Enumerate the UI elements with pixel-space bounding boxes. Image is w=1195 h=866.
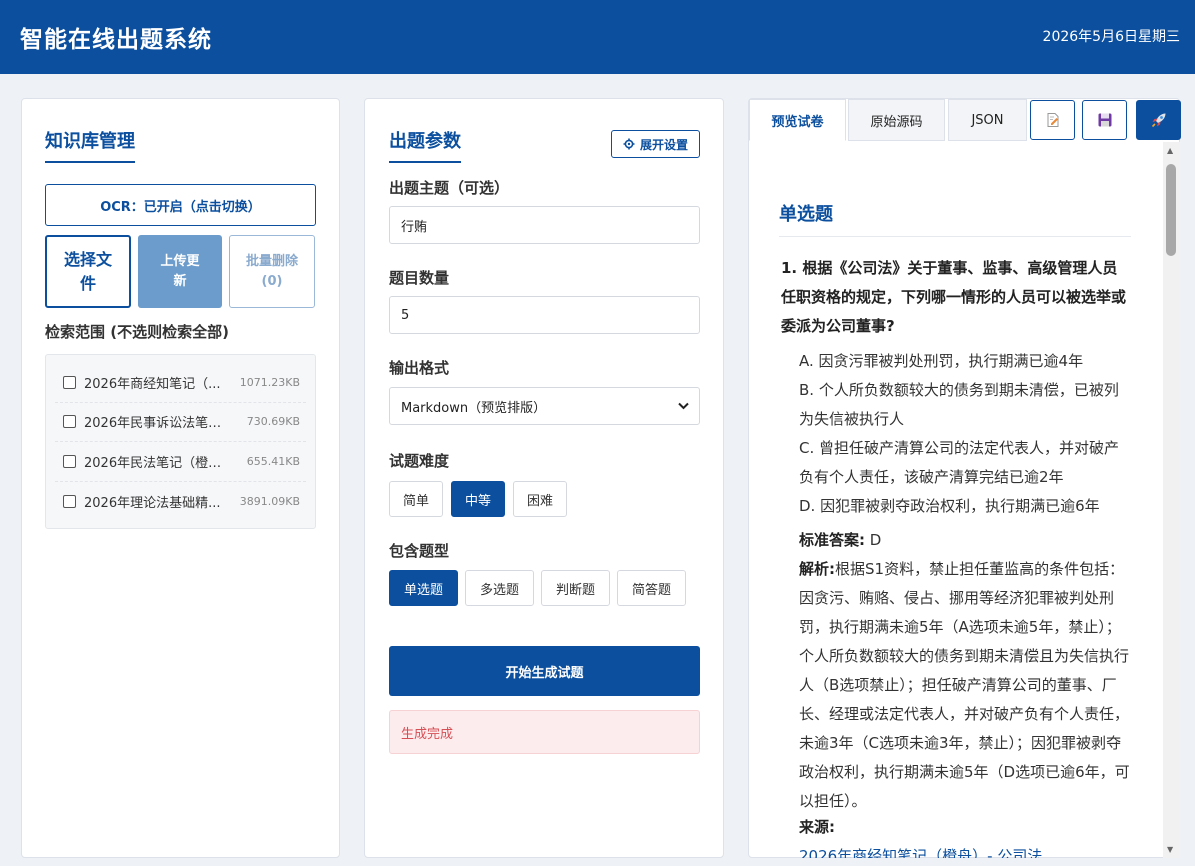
file-item[interactable]: 2026年民事诉讼法笔记... 730.69KB	[55, 403, 306, 442]
file-name: 2026年商经知笔记（...	[84, 376, 221, 392]
difficulty-easy[interactable]: 简单	[389, 481, 443, 517]
answer-value: D	[869, 531, 882, 549]
chevron-down-icon	[678, 402, 689, 410]
scroll-down-arrow-icon[interactable]: ▼	[1167, 845, 1173, 854]
types-label: 包含题型	[389, 542, 450, 560]
analysis-text: 根据S1资料，禁止担任董监高的条件包括：因贪污、贿赂、侵占、挪用等经济犯罪被判处…	[799, 560, 1130, 810]
count-label: 题目数量	[389, 269, 450, 287]
type-multiple-choice[interactable]: 多选题	[465, 570, 534, 606]
edit-button[interactable]	[1030, 100, 1075, 140]
expand-settings-label: 展开设置	[639, 137, 688, 152]
tab-preview[interactable]: 预览试卷	[749, 99, 846, 141]
source-label: 来源:	[799, 818, 835, 836]
file-checkbox[interactable]	[63, 415, 76, 429]
status-message: 生成完成	[389, 710, 700, 754]
option-a: A. 因贪污罪被判处刑罚，执行期满已逾4年	[799, 352, 1084, 370]
tab-json[interactable]: JSON	[948, 99, 1027, 141]
file-item[interactable]: 2026年商经知笔记（... 1071.23KB	[55, 363, 306, 403]
scope-label: 检索范围 (不选则检索全部)	[45, 323, 229, 341]
format-select-value: Markdown（预览排版）	[401, 400, 547, 416]
knowledge-base-panel: 知识库管理 OCR：已开启（点击切换） 选择文件 上传更新 批量删除(0) 检索…	[21, 98, 340, 858]
type-true-false[interactable]: 判断题	[541, 570, 610, 606]
app-header: 智能在线出题系统 2026年5月6日星期三	[0, 0, 1195, 74]
params-title: 出题参数	[389, 127, 461, 163]
file-item[interactable]: 2026年民法笔记（橙舟... 655.41KB	[55, 442, 306, 482]
file-size: 1071.23KB	[239, 375, 300, 389]
type-single-choice[interactable]: 单选题	[389, 570, 458, 606]
file-name: 2026年理论法基础精...	[84, 495, 221, 511]
file-size: 3891.09KB	[239, 494, 300, 508]
option-c: C. 曾担任破产清算公司的法定代表人，并对破产负有个人责任，该破产清算完结已逾2…	[799, 439, 1120, 486]
file-size: 730.69KB	[246, 415, 300, 429]
difficulty-hard[interactable]: 困难	[513, 481, 567, 517]
format-select[interactable]: Markdown（预览排版）	[389, 387, 700, 425]
answer-block: 标准答案: D 解析:根据S1资料，禁止担任董监高的条件包括：因贪污、贿赂、侵占…	[799, 526, 1134, 816]
batch-delete-label: 批量删除(0)	[246, 254, 299, 289]
upload-button[interactable]: 上传更新	[138, 235, 222, 308]
tab-source[interactable]: 原始源码	[848, 99, 945, 141]
header-date: 2026年5月6日星期三	[1042, 29, 1180, 45]
kb-title: 知识库管理	[45, 127, 135, 163]
save-icon	[1098, 113, 1111, 127]
option-b: B. 个人所负数额较大的债务到期未清偿，已被列为失信被执行人	[799, 381, 1119, 428]
gear-icon	[623, 138, 635, 150]
question-text: 1. 根据《公司法》关于董事、监事、高级管理人员任职资格的规定，下列哪一情形的人…	[781, 259, 1127, 335]
difficulty-label: 试题难度	[389, 452, 450, 470]
topic-input[interactable]: 行贿	[389, 206, 700, 244]
file-checkbox[interactable]	[63, 454, 76, 468]
section-heading: 单选题	[779, 200, 1131, 237]
file-checkbox[interactable]	[63, 494, 76, 508]
select-file-label: 选择文件	[63, 249, 112, 293]
preview-panel: 预览试卷 原始源码 JSON 单选题 1. 根据《公司法》关于董事、监事、高级管…	[748, 98, 1181, 858]
question-params-panel: 出题参数 展开设置 出题主题（可选） 行贿 题目数量 5 输出格式 Markdo…	[364, 98, 724, 858]
topic-label: 出题主题（可选）	[389, 179, 510, 197]
file-item[interactable]: 2026年理论法基础精... 3891.09KB	[55, 482, 306, 522]
rocket-icon	[1151, 113, 1165, 128]
answer-label: 标准答案:	[799, 531, 865, 549]
file-name: 2026年民事诉讼法笔记...	[84, 416, 227, 432]
option-d: D. 因犯罪被剥夺政治权利，执行期满已逾6年	[799, 497, 1100, 515]
options-list: A. 因贪污罪被判处刑罚，执行期满已逾4年 B. 个人所负数额较大的债务到期未清…	[799, 347, 1129, 521]
upload-label: 上传更新	[160, 254, 200, 289]
scroll-up-arrow-icon[interactable]: ▲	[1167, 146, 1173, 155]
format-label: 输出格式	[389, 359, 450, 377]
analysis-label: 解析:	[799, 560, 835, 578]
difficulty-medium[interactable]: 中等	[451, 481, 505, 517]
batch-delete-button[interactable]: 批量删除(0)	[229, 235, 315, 308]
preview-scrollbar[interactable]: ▲ ▼	[1163, 142, 1180, 858]
file-size: 655.41KB	[246, 454, 300, 468]
edit-icon	[1047, 113, 1058, 127]
expand-settings-button[interactable]: 展开设置	[611, 130, 700, 158]
file-checkbox[interactable]	[63, 375, 76, 389]
publish-button[interactable]	[1136, 100, 1181, 140]
type-short-answer[interactable]: 简答题	[617, 570, 686, 606]
preview-content: 单选题 1. 根据《公司法》关于董事、监事、高级管理人员任职资格的规定，下列哪一…	[749, 142, 1163, 858]
generate-button[interactable]: 开始生成试题	[389, 646, 700, 696]
ocr-toggle-button[interactable]: OCR：已开启（点击切换）	[45, 184, 316, 226]
source-text: 2026年商经知笔记（橙舟）- 公司法	[799, 847, 1043, 858]
app-title: 智能在线出题系统	[20, 27, 212, 53]
file-name: 2026年民法笔记（橙舟...	[84, 455, 227, 471]
select-file-button[interactable]: 选择文件	[45, 235, 131, 308]
save-button[interactable]	[1082, 100, 1127, 140]
scrollbar-thumb[interactable]	[1166, 164, 1176, 256]
file-list: 2026年商经知笔记（... 1071.23KB 2026年民事诉讼法笔记...…	[45, 354, 316, 529]
count-input[interactable]: 5	[389, 296, 700, 334]
